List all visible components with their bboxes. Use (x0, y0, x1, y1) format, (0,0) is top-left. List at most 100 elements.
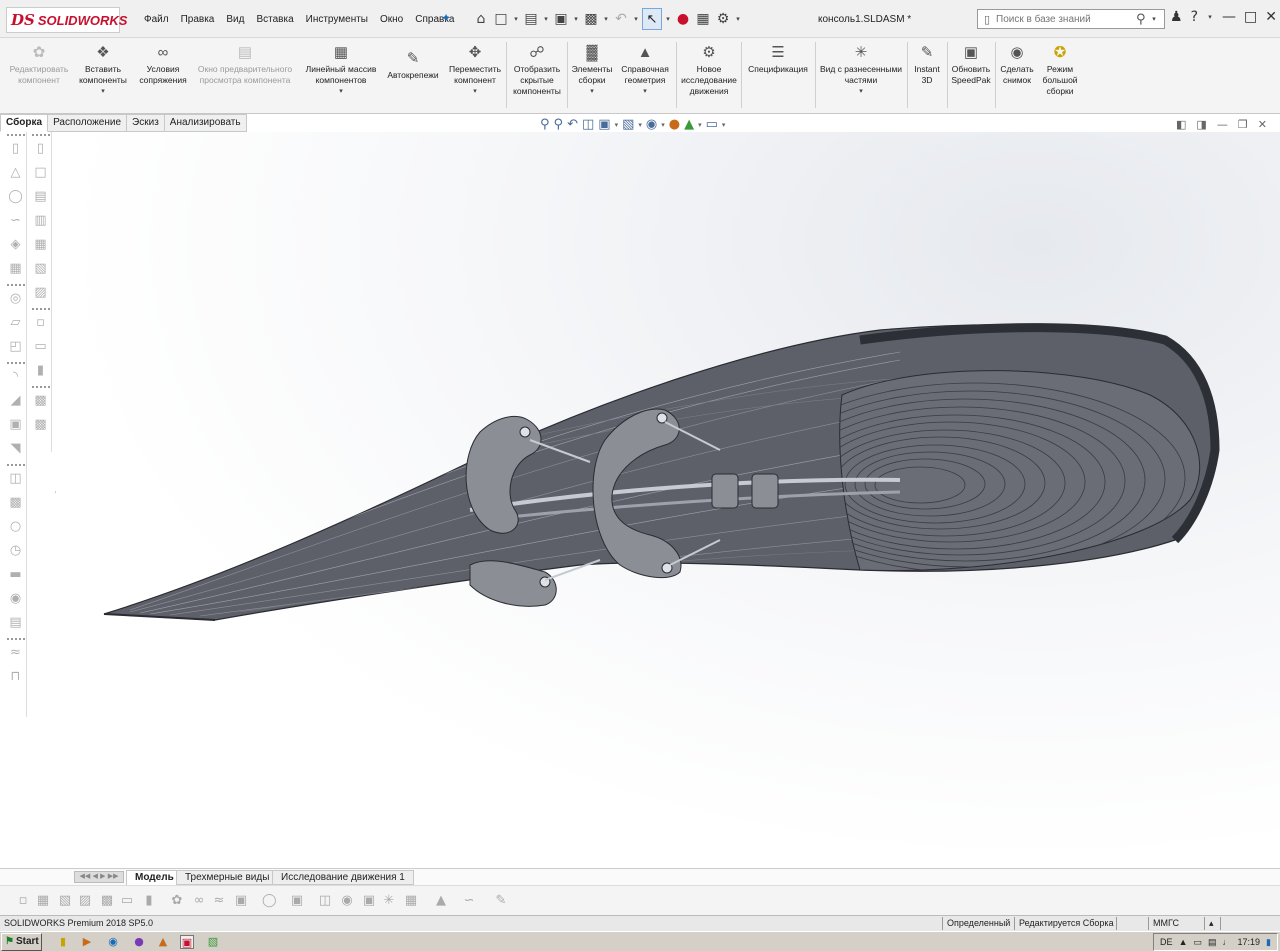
app-icon-3[interactable]: ▧ (206, 935, 220, 949)
section-bottom-icon[interactable]: ◫ (318, 893, 332, 909)
part-icon[interactable]: ▧ (58, 893, 72, 909)
knowledge-base-search[interactable]: ▯ ⚲ ▾ (977, 9, 1165, 29)
menu-file[interactable]: Файл (138, 12, 175, 27)
update-speedpak-button[interactable]: ▣ Обновить SpeedPak (948, 44, 994, 86)
curves-icon[interactable]: ≈ (7, 644, 25, 662)
transparency-icon[interactable]: ▣ (362, 893, 376, 909)
hide-show-dropdown-icon[interactable]: ▾ (661, 121, 665, 129)
help-icon[interactable]: ? (1191, 9, 1198, 25)
minimize-icon[interactable]: — (1222, 9, 1236, 25)
new-dropdown-icon[interactable]: ▾ (512, 15, 520, 23)
menu-window[interactable]: Окно (374, 12, 409, 27)
plane-icon[interactable]: ▫ (16, 893, 30, 909)
tab-model[interactable]: Модель (126, 870, 183, 885)
hide-bottom-icon[interactable]: ◉ (340, 893, 354, 909)
rib-icon[interactable]: ○ (7, 518, 25, 536)
options-gear-icon[interactable]: ⚙ (714, 9, 732, 29)
box-cut-icon[interactable]: ▨ (32, 284, 50, 302)
copy-icon[interactable]: ▭ (120, 893, 134, 909)
tab-assembly[interactable]: Сборка (0, 114, 49, 132)
assembly-model-view[interactable] (56, 132, 1280, 868)
wrap-icon[interactable]: ◷ (7, 542, 25, 560)
tab-sketch[interactable]: Эскиз (127, 114, 165, 132)
units-dropdown-icon[interactable]: ▴ (1204, 917, 1214, 930)
sheet-icon[interactable]: ▫ (32, 314, 50, 332)
cut-extrude-icon[interactable]: ▱ (7, 314, 25, 332)
media-player-icon[interactable]: ▶ (80, 935, 94, 949)
cube-icon[interactable]: ▣ (290, 893, 304, 909)
select-cursor-icon[interactable]: ↖ (642, 8, 662, 30)
pattern-icon[interactable]: ▩ (7, 494, 25, 512)
intersect-icon[interactable]: ◉ (7, 590, 25, 608)
drawing-icon[interactable]: ▩ (100, 893, 114, 909)
extrude-icon[interactable]: △ (7, 164, 25, 182)
display-style-dropdown-icon[interactable]: ▾ (638, 121, 642, 129)
edit-component-button[interactable]: ✿ Редактировать компонент (6, 44, 72, 86)
view-settings-dropdown-icon[interactable]: ▾ (722, 121, 726, 129)
smart-fasteners-button[interactable]: ✎ Автокрепежи (382, 50, 444, 81)
box-front-icon[interactable]: ▦ (32, 236, 50, 254)
new-document-icon[interactable]: □ (492, 9, 510, 29)
exploded-view-button[interactable]: ✳ Вид с разнесенными частями ▾ (816, 44, 906, 97)
large-assembly-mode-button[interactable]: ✪ Режим большой сборки (1038, 44, 1082, 97)
viewport-close-icon[interactable]: ✕ (1258, 118, 1267, 131)
exploded-view-dropdown-icon[interactable]: ▾ (816, 86, 906, 97)
solidworks-taskbar-icon[interactable]: ▣ (180, 935, 194, 949)
mirror-icon[interactable]: ◫ (7, 470, 25, 488)
tray-expand-icon[interactable]: ▲ (1179, 937, 1188, 947)
volume-icon[interactable]: ♩ (1223, 937, 1232, 947)
apply-scene-icon[interactable]: ▲ (684, 117, 694, 132)
edit-appearance-icon[interactable]: ● (669, 117, 680, 132)
box-top-icon[interactable]: ▤ (32, 188, 50, 206)
mates-button[interactable]: ∞ Условия сопряжения (134, 44, 192, 86)
loft-icon[interactable]: ◈ (7, 236, 25, 254)
box-back-icon[interactable]: ▧ (32, 260, 50, 278)
apply-scene-dropdown-icon[interactable]: ▾ (698, 121, 702, 129)
units-selector[interactable]: ММГС (1148, 917, 1179, 930)
menu-help[interactable]: Справка (409, 12, 460, 27)
menu-view[interactable]: Вид (220, 12, 250, 27)
select-dropdown-icon[interactable]: ▾ (664, 15, 672, 23)
graphics-area[interactable] (56, 132, 1280, 868)
link-icon[interactable]: ∞ (192, 893, 206, 909)
close-icon[interactable]: ✕ (1265, 9, 1277, 25)
layout-icon[interactable]: ▣ (234, 893, 248, 909)
undo-dropdown-icon[interactable]: ▾ (632, 15, 640, 23)
bill-of-materials-button[interactable]: ☰ Спецификация (742, 44, 814, 75)
explorer-icon[interactable]: ▮ (56, 935, 70, 949)
reference-bottom-icon[interactable]: ▲ (434, 893, 448, 909)
linear-pattern-dropdown-icon[interactable]: ▾ (300, 86, 382, 97)
tab-3d-views[interactable]: Трехмерные виды (176, 870, 279, 885)
network-icon[interactable]: ▭ (1193, 937, 1202, 948)
dome-icon[interactable]: ▬ (7, 566, 25, 584)
sheet-flat-icon[interactable]: ▮ (32, 362, 50, 380)
pattern-small-icon[interactable]: ▦ (404, 893, 418, 909)
save-dropdown-icon[interactable]: ▾ (572, 15, 580, 23)
help-dropdown-icon[interactable]: ▾ (1206, 13, 1214, 21)
revolve-icon[interactable]: ◯ (7, 188, 25, 206)
display-style-icon[interactable]: ▧ (622, 117, 634, 132)
reference-geometry-button[interactable]: ▲ Справочная геометрия ▾ (616, 44, 674, 97)
options-dropdown-icon[interactable]: ▾ (734, 15, 742, 23)
open-dropdown-icon[interactable]: ▾ (542, 15, 550, 23)
reference-geometry-dropdown-icon[interactable]: ▾ (616, 86, 674, 97)
cylinder-icon[interactable]: ◯ (262, 893, 277, 909)
collapse-left-icon[interactable]: ◧ (1176, 118, 1186, 131)
search-icon[interactable]: ⚲ (1136, 12, 1150, 27)
notification-icon[interactable]: ▮ (1266, 937, 1271, 948)
zoom-to-area-icon[interactable]: ⚲ (554, 117, 564, 132)
sweep-icon[interactable]: ∽ (7, 212, 25, 230)
assembly-features-dropdown-icon[interactable]: ▾ (568, 86, 616, 97)
home-icon[interactable]: ⌂ (472, 9, 490, 29)
stack-edit-icon[interactable]: ▩ (32, 416, 50, 434)
solidworks-logo[interactable]: DS SOLIDWORKS (6, 7, 127, 33)
assembly-icon[interactable]: ▦ (36, 893, 50, 909)
menu-edit[interactable]: Правка (175, 12, 221, 27)
tab-scroll-arrows-icon[interactable]: ◀◀ ◀ ▶ ▶▶ (74, 871, 124, 883)
maximize-icon[interactable]: □ (1244, 9, 1257, 25)
show-hidden-components-button[interactable]: ☍ Отобразить скрытые компоненты (508, 44, 566, 97)
start-button[interactable]: ⚑ Start (1, 933, 42, 951)
cut-revolve-icon[interactable]: ◰ (7, 338, 25, 356)
display-icon[interactable]: ▤ (1208, 937, 1217, 948)
search-input[interactable] (996, 13, 1136, 25)
